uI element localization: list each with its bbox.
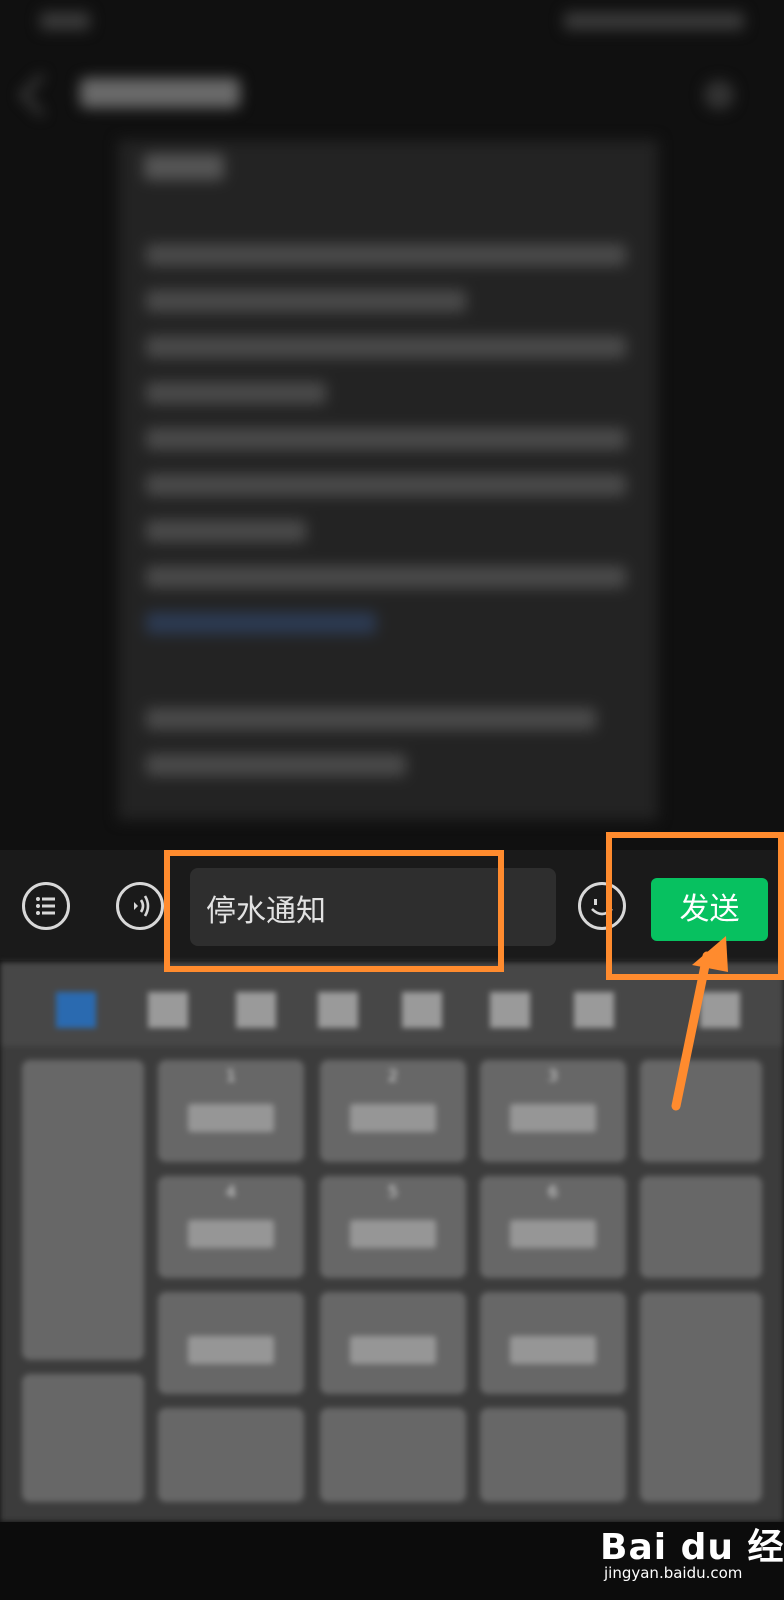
baidu-jingyan-watermark: Bai du 经验 jingyan.baidu.com	[600, 1518, 784, 1588]
annotation-arrow	[671, 936, 728, 1111]
watermark-logo: Bai du 经验	[600, 1527, 784, 1568]
watermark-url: jingyan.baidu.com	[604, 1564, 743, 1582]
